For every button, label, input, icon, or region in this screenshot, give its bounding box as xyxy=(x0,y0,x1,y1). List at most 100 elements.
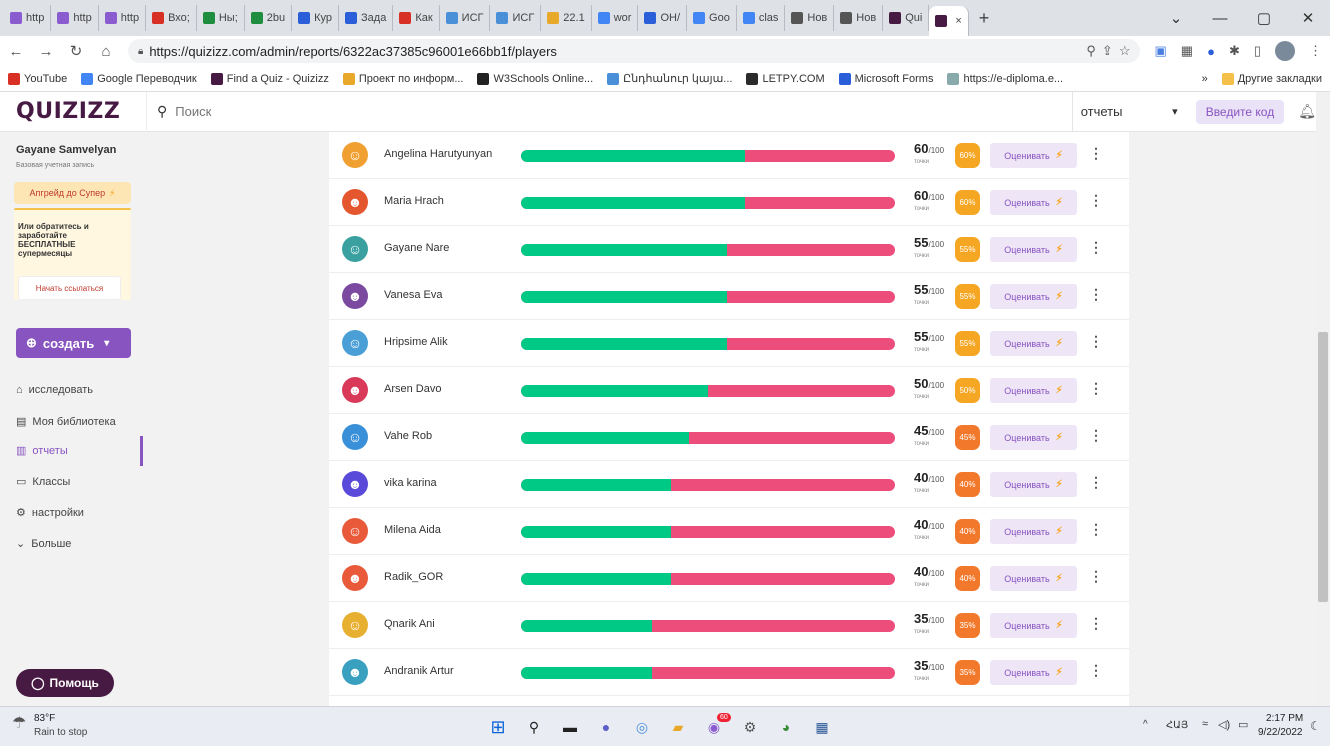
bookmark-item[interactable]: Microsoft Forms xyxy=(838,72,933,85)
close-icon[interactable]: × xyxy=(955,15,961,27)
file-explorer-icon[interactable]: ▰ xyxy=(667,716,689,738)
sidebar-item-reports[interactable]: ▥ отчеты xyxy=(16,444,68,458)
player-name[interactable]: vika karina xyxy=(384,477,437,489)
more-options-icon[interactable]: ⋮ xyxy=(1089,192,1103,209)
browser-tab[interactable]: Нов xyxy=(834,5,884,31)
grade-button[interactable]: Оценивать ⚡︎ xyxy=(990,190,1077,215)
bookmark-item[interactable]: Проект по информ... xyxy=(342,72,463,85)
browser-tab[interactable]: http xyxy=(99,5,147,31)
sidebar-item-classes[interactable]: ▭ Классы xyxy=(16,475,70,489)
create-button[interactable]: ⊕ создать ▾ xyxy=(16,328,131,358)
more-options-icon[interactable]: ⋮ xyxy=(1089,427,1103,444)
grade-button[interactable]: Оценивать ⚡︎ xyxy=(990,613,1077,638)
player-name[interactable]: Gayane Nare xyxy=(384,242,449,254)
scrollbar-thumb[interactable] xyxy=(1318,332,1328,602)
player-name[interactable]: Maria Hrach xyxy=(384,195,444,207)
grade-button[interactable]: Оценивать ⚡︎ xyxy=(990,331,1077,356)
sidepanel-icon[interactable]: ▯ xyxy=(1254,43,1261,59)
vertical-scrollbar[interactable] xyxy=(1316,92,1330,706)
refer-button[interactable]: Начать ссылаться xyxy=(18,276,121,300)
close-window-icon[interactable]: ✕ xyxy=(1286,9,1330,27)
puzzle-icon[interactable]: ✱ xyxy=(1229,43,1240,59)
browser-tab[interactable]: ОН/ xyxy=(638,5,688,31)
settings-icon[interactable]: ⚙ xyxy=(739,716,761,738)
sidebar-item-library[interactable]: ▤ Моя библиотека xyxy=(16,415,116,429)
grade-button[interactable]: Оценивать ⚡︎ xyxy=(990,237,1077,262)
browser-tab[interactable]: 22.1 xyxy=(541,5,592,31)
player-name[interactable]: Arsen Davo xyxy=(384,383,441,395)
teams-icon[interactable]: ● xyxy=(595,716,617,738)
browser-tab[interactable]: 2bu xyxy=(245,5,293,31)
browser-tab[interactable]: Ны; xyxy=(197,5,245,31)
home-icon[interactable]: ⌂ xyxy=(98,43,114,60)
browser-tab[interactable]: http xyxy=(4,5,52,31)
chrome-icon[interactable]: ◕ xyxy=(775,716,797,738)
enter-code-button[interactable]: Введите код xyxy=(1195,99,1285,124)
quizizz-logo[interactable]: QUIZIZZ xyxy=(0,99,146,124)
tab-search-icon[interactable]: ⌄ xyxy=(1154,9,1198,27)
forward-icon[interactable]: → xyxy=(38,43,54,60)
browser-tab[interactable]: clas xyxy=(737,5,786,31)
bookmark-item[interactable]: YouTube xyxy=(8,72,67,85)
help-button[interactable]: ◯ Помощь xyxy=(16,669,114,697)
clock-date[interactable]: 9/22/2022 xyxy=(1258,727,1303,738)
player-name[interactable]: Vahe Rob xyxy=(384,430,432,442)
browser-tab[interactable]: wor xyxy=(592,5,639,31)
wifi-icon[interactable]: ≈ xyxy=(1202,718,1208,730)
more-options-icon[interactable]: ⋮ xyxy=(1089,145,1103,162)
new-tab-button[interactable]: + xyxy=(979,8,990,29)
sidebar-item-settings[interactable]: ⚙ настройки xyxy=(16,506,84,520)
start-icon[interactable]: ⊞ xyxy=(487,716,509,738)
bookmark-item[interactable]: Google Переводчик xyxy=(81,72,197,85)
report-select[interactable]: отчеты ▾ xyxy=(1071,91,1186,132)
more-options-icon[interactable]: ⋮ xyxy=(1089,239,1103,256)
more-options-icon[interactable]: ⋮ xyxy=(1089,286,1103,303)
grade-button[interactable]: Оценивать ⚡︎ xyxy=(990,519,1077,544)
extension-translate-icon[interactable]: ▣ xyxy=(1154,43,1166,59)
browser-tab[interactable]: × xyxy=(929,6,969,36)
browser-tab[interactable]: Зада xyxy=(339,5,394,31)
zoom-icon[interactable]: ⚲ xyxy=(1086,43,1096,59)
browser-tab[interactable]: Qui xyxy=(883,5,930,31)
sidebar-item-more[interactable]: ⌄ Больше xyxy=(16,537,71,551)
player-name[interactable]: Vanesa Eva xyxy=(384,289,443,301)
browser-tab[interactable]: Вхо; xyxy=(146,5,197,31)
upgrade-button[interactable]: Апгрейд до Супер ⚡︎ xyxy=(14,182,131,204)
bookmark-item[interactable]: Find a Quiz - Quizizz xyxy=(210,72,329,85)
grade-button[interactable]: Оценивать ⚡︎ xyxy=(990,378,1077,403)
more-options-icon[interactable]: ⋮ xyxy=(1089,615,1103,632)
bell-icon[interactable]: 🔔︎ xyxy=(1298,103,1316,120)
search-icon[interactable]: ⚲ xyxy=(523,716,545,738)
player-name[interactable]: Andranik Artur xyxy=(384,665,454,677)
notifications-icon[interactable]: ☾ xyxy=(1310,719,1321,733)
browser-tab[interactable]: Нов xyxy=(785,5,835,31)
grade-button[interactable]: Оценивать ⚡︎ xyxy=(990,472,1077,497)
browser-tab[interactable]: http xyxy=(51,5,99,31)
browser-tab[interactable]: Как xyxy=(393,5,440,31)
weather-icon[interactable]: ☂ xyxy=(12,713,26,733)
bookmark-item[interactable]: W3Schools Online... xyxy=(477,72,593,85)
browser-tab[interactable]: ИСГ xyxy=(490,5,542,31)
volume-icon[interactable]: ◁) xyxy=(1218,718,1230,731)
star-icon[interactable]: ☆ xyxy=(1119,43,1131,59)
extension-icon[interactable]: ▦ xyxy=(1181,43,1193,59)
url-field[interactable]: 🔒︎ https://quizizz.com/admin/reports/632… xyxy=(128,39,1141,63)
more-options-icon[interactable]: ⋮ xyxy=(1089,333,1103,350)
back-icon[interactable]: ← xyxy=(8,43,24,60)
language-indicator[interactable]: ՀԱՅ xyxy=(1166,720,1188,731)
player-name[interactable]: Qnarik Ani xyxy=(384,618,435,630)
clock-time[interactable]: 2:17 PM xyxy=(1266,713,1303,724)
profile-avatar[interactable] xyxy=(1275,41,1295,61)
grade-button[interactable]: Оценивать ⚡︎ xyxy=(990,284,1077,309)
more-options-icon[interactable]: ⋮ xyxy=(1089,474,1103,491)
browser-tab[interactable]: Кур xyxy=(292,5,340,31)
bookmark-item[interactable]: LETPY.COM xyxy=(746,72,825,85)
grade-button[interactable]: Оценивать ⚡︎ xyxy=(990,143,1077,168)
browser-tab[interactable]: ИСГ xyxy=(440,5,491,31)
tray-chevron-icon[interactable]: ^ xyxy=(1143,719,1148,730)
bookmark-item[interactable]: Ընդհանուր կայա... xyxy=(607,72,732,85)
player-name[interactable]: Milena Aida xyxy=(384,524,441,536)
browser-tab[interactable]: Goo xyxy=(687,5,737,31)
sidebar-item-explore[interactable]: ⌂ исследовать xyxy=(16,384,93,396)
more-options-icon[interactable]: ⋮ xyxy=(1089,521,1103,538)
